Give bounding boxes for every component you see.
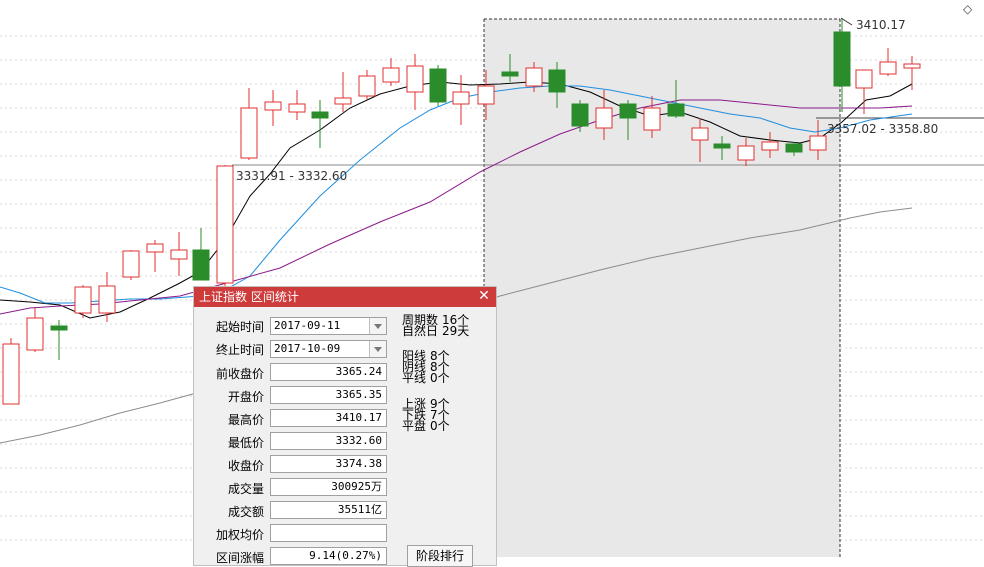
candle-body: [406, 65, 424, 93]
high-label: 最高价: [227, 413, 264, 427]
chevron-down-icon[interactable]: [369, 341, 386, 357]
candle-body: [334, 97, 352, 105]
flat-label: 平线: [402, 371, 427, 385]
candle-body: [2, 343, 20, 405]
range-label-left: 3331.91 - 3332.60: [236, 169, 347, 183]
candle-body: [240, 107, 258, 159]
even-value: 0个: [430, 419, 450, 433]
days-stat: 自然日 29天: [402, 324, 473, 338]
high-marker-line: [840, 17, 853, 26]
candle-body: [382, 67, 400, 83]
end-time-value: 2017-10-09: [274, 342, 341, 355]
candle-body: [311, 111, 329, 119]
diamond-icon[interactable]: ◇: [963, 2, 972, 16]
weighted-avg-label: 加权均价: [215, 528, 264, 542]
candle-body: [855, 69, 873, 89]
start-time-select[interactable]: 2017-09-11: [270, 317, 387, 335]
open-field[interactable]: 3365.35: [270, 386, 387, 404]
candle-body: [98, 285, 116, 314]
range-change-label: 区间涨幅: [215, 551, 264, 565]
start-time-value: 2017-09-11: [274, 319, 341, 332]
candle-body: [713, 143, 731, 149]
candle-body: [501, 71, 519, 77]
volume-field[interactable]: 300925万: [270, 478, 387, 496]
stage-ranking-button[interactable]: 阶段排行: [407, 545, 473, 567]
candle-body: [216, 165, 234, 284]
candle-body: [170, 249, 188, 260]
end-time-select[interactable]: 2017-10-09: [270, 340, 387, 358]
dialog-title: 上证指数 区间统计: [199, 290, 299, 304]
flat-value: 0个: [430, 371, 450, 385]
candle-body: [50, 325, 68, 331]
candle-body: [122, 250, 140, 278]
candle-body: [358, 75, 376, 97]
range-change-field[interactable]: 9.14(0.27%): [270, 547, 387, 565]
candle-body: [643, 107, 661, 131]
close-label: 收盘价: [227, 459, 264, 473]
close-icon[interactable]: ✕: [476, 287, 492, 307]
amount-field[interactable]: 35511亿: [270, 501, 387, 519]
candle-body: [595, 107, 613, 129]
candle-body: [761, 141, 779, 151]
candle-body: [737, 145, 755, 161]
candle-body: [74, 286, 92, 314]
candle-body: [571, 103, 589, 127]
candle-body: [26, 317, 44, 351]
even-stat: 平盘 0个: [402, 419, 454, 433]
candle-body: [288, 103, 306, 113]
candle-body: [548, 69, 566, 93]
low-field[interactable]: 3332.60: [270, 432, 387, 450]
high-marker-label: 3410.17: [856, 18, 906, 32]
candle-body: [691, 127, 709, 141]
candle-body: [452, 91, 470, 105]
chevron-down-icon[interactable]: [369, 318, 386, 334]
open-label: 开盘价: [227, 390, 264, 404]
high-field[interactable]: 3410.17: [270, 409, 387, 427]
close-field[interactable]: 3374.38: [270, 455, 387, 473]
candle-body: [619, 103, 637, 119]
candle-body: [903, 63, 921, 69]
candle-body: [192, 249, 210, 281]
selected-range: [484, 19, 840, 557]
amount-label: 成交额: [227, 505, 264, 519]
candle-body: [833, 31, 851, 87]
range-stats-dialog: 上证指数 区间统计 ✕ 起始时间 2017-09-11 终止时间 2017-10…: [193, 286, 497, 567]
volume-label: 成交量: [227, 482, 264, 496]
prev-close-label: 前收盘价: [215, 367, 264, 381]
even-label: 平盘: [402, 419, 427, 433]
end-time-label: 终止时间: [215, 343, 264, 357]
candle-body: [477, 85, 495, 105]
low-label: 最低价: [227, 436, 264, 450]
dialog-titlebar[interactable]: 上证指数 区间统计 ✕: [194, 287, 496, 307]
start-time-label: 起始时间: [215, 320, 264, 334]
candle-body: [264, 101, 282, 111]
candle-body: [525, 67, 543, 87]
days-label: 自然日: [402, 324, 439, 338]
flat-stat: 平线 0个: [402, 371, 454, 385]
days-value: 29天: [442, 324, 470, 338]
candle-body: [667, 103, 685, 117]
candle-body: [879, 61, 897, 75]
prev-close-field[interactable]: 3365.24: [270, 363, 387, 381]
weighted-avg-field[interactable]: [270, 524, 387, 542]
range-label-right: 3357.02 - 3358.80: [827, 122, 938, 136]
candle-body: [785, 143, 803, 153]
candle-body: [146, 243, 164, 253]
candle-body: [429, 68, 447, 103]
candle-body: [809, 135, 827, 151]
